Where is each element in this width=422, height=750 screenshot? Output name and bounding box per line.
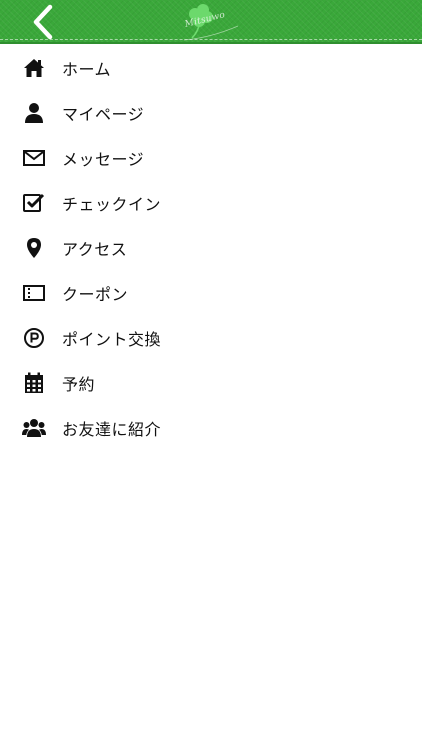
menu-item-checkin[interactable]: チェックイン	[0, 180, 422, 225]
user-icon	[22, 102, 46, 124]
menu-item-label: アクセス	[62, 239, 128, 259]
menu-item-label: クーポン	[62, 284, 129, 304]
home-icon	[22, 57, 46, 79]
menu-item-label: メッセージ	[62, 149, 145, 169]
menu-item-label: 予約	[62, 374, 96, 394]
menu-item-label: マイページ	[62, 104, 145, 124]
menu-item-mypage[interactable]: マイページ	[0, 90, 422, 135]
ticket-icon	[22, 282, 46, 304]
menu-item-point-exchange[interactable]: ポイント交換	[0, 315, 422, 360]
menu-item-home[interactable]: ホーム	[0, 46, 422, 90]
menu-item-label: ポイント交換	[62, 329, 162, 349]
back-button[interactable]	[20, 4, 64, 40]
menu-item-message[interactable]: メッセージ	[0, 135, 422, 180]
menu-item-label: チェックイン	[62, 194, 162, 214]
checkbox-icon	[22, 192, 46, 214]
menu-item-label: ホーム	[62, 60, 112, 79]
map-pin-icon	[22, 237, 46, 259]
chevron-left-icon	[33, 4, 53, 40]
menu-item-label: お友達に紹介	[62, 419, 162, 439]
side-menu: ホーム マイページ メッセージ チェックイン アクセス クーポン ポイント交換 …	[0, 46, 422, 450]
menu-item-invite-friend[interactable]: お友達に紹介	[0, 405, 422, 450]
menu-item-access[interactable]: アクセス	[0, 225, 422, 270]
menu-item-coupon[interactable]: クーポン	[0, 270, 422, 315]
envelope-icon	[22, 147, 46, 169]
point-circle-icon	[22, 327, 46, 349]
menu-item-reservation[interactable]: 予約	[0, 360, 422, 405]
app-header: Mitsuwo	[0, 0, 422, 44]
users-icon	[22, 417, 46, 439]
calendar-icon	[22, 372, 46, 394]
